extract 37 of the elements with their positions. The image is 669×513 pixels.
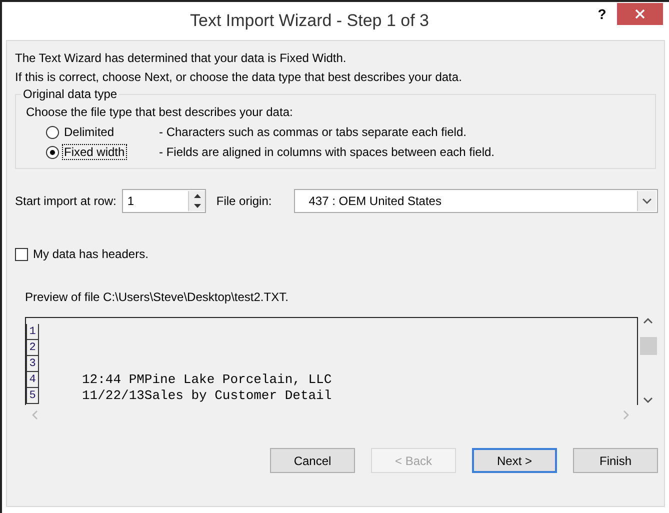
start-row-spinner[interactable]: 1 — [122, 189, 206, 213]
checkbox[interactable] — [15, 248, 28, 260]
option-label[interactable]: Fixed width — [63, 145, 126, 159]
row-number: 2 — [26, 340, 39, 356]
option-description: - Fields are aligned in columns with spaces between each field. — [159, 145, 495, 159]
row-number: 3 — [26, 356, 39, 372]
row-number: 1 — [26, 324, 39, 340]
start-row-label: Start import at row: — [15, 194, 116, 208]
up-arrow-icon[interactable] — [194, 194, 201, 198]
file-origin-dropdown[interactable]: 437 : OEM United States — [294, 189, 658, 213]
dialog-button[interactable]: Cancel — [270, 448, 355, 473]
row-number: 5 — [26, 388, 39, 404]
file-origin-label: File origin: — [216, 194, 272, 208]
preview-line: 11/22/13Sales by Customer Detail — [81, 388, 332, 404]
row-number: 4 — [26, 372, 39, 388]
close-icon — [635, 9, 645, 19]
dialog-button[interactable]: Finish — [573, 448, 658, 473]
radio-button[interactable] — [46, 126, 59, 138]
intro-text: The Text Wizard has determined that your data is Fixed Width. — [15, 50, 348, 67]
close-button[interactable] — [617, 3, 663, 25]
intro-text: If this is correct, choose Next, or choose the data type that best describes your data. — [15, 69, 463, 86]
checkbox-label[interactable]: My data has headers. — [33, 247, 148, 261]
option-label[interactable]: Delimited — [63, 125, 116, 139]
dialog-button[interactable]: Next > — [472, 448, 557, 473]
option-description: - Characters such as commas or tabs separate each field. — [159, 125, 466, 139]
help-button[interactable]: ? — [587, 3, 617, 25]
preview-label: Preview of file C:\Users\Steve\Desktop\test2.TXT. — [25, 290, 290, 304]
scrollbar-thumb[interactable] — [640, 336, 656, 354]
prompt-text: Choose the file type that best describes your data: — [26, 104, 294, 121]
window-title: Text Import Wizard - Step 1 of 3 — [188, 11, 430, 31]
down-arrow-icon[interactable] — [194, 204, 201, 208]
group-legend: Original data type — [21, 87, 120, 101]
preview-line: 12:44 PMPine Lake Porcelain, LLC — [81, 372, 332, 388]
radio-button[interactable] — [46, 146, 59, 158]
scroll-up-icon[interactable] — [643, 317, 653, 325]
scroll-down-icon[interactable] — [643, 396, 653, 404]
caret-icon[interactable] — [642, 197, 652, 205]
